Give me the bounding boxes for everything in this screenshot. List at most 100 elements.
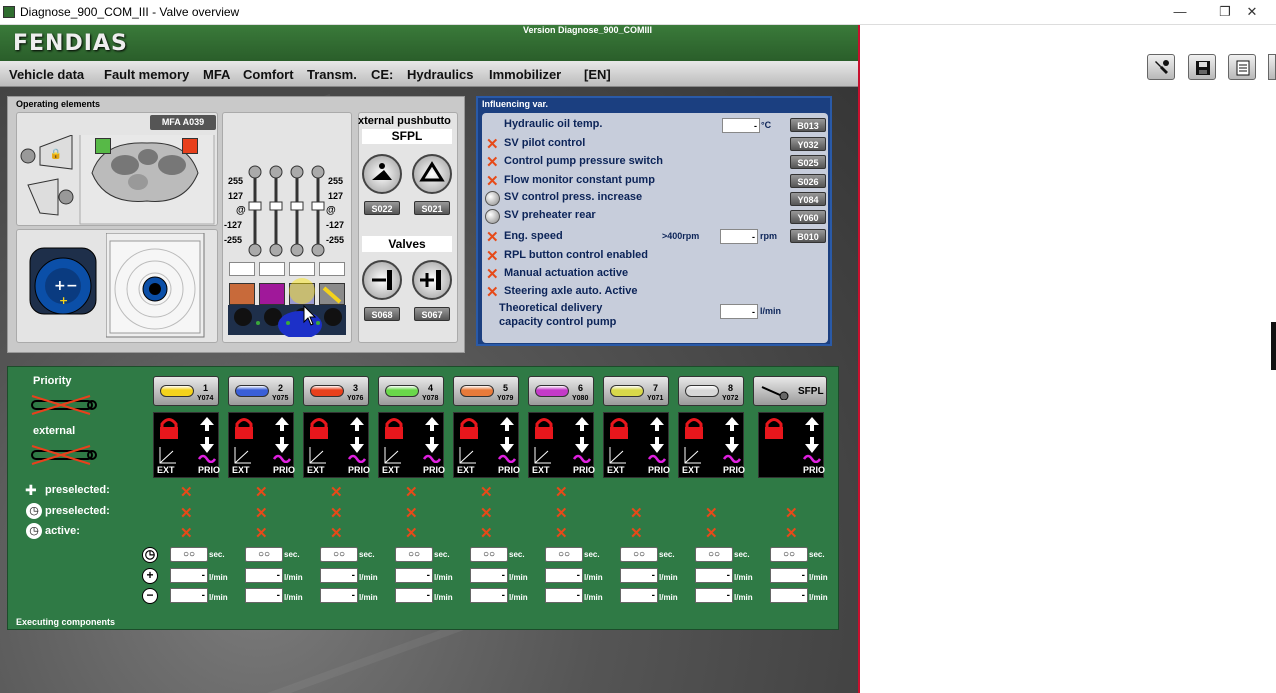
color-button-purple[interactable] — [259, 283, 285, 305]
flow-plus-input[interactable]: - — [545, 568, 583, 583]
timer-input[interactable]: ○○ — [545, 547, 583, 562]
flow-minus-input[interactable]: - — [620, 588, 658, 603]
timer-input[interactable]: ○○ — [395, 547, 433, 562]
valve-button[interactable]: 6 Y080 — [528, 376, 594, 406]
menu-language[interactable]: [EN] — [584, 67, 611, 82]
inf-x-icon: ✕ — [486, 173, 499, 190]
code-b010[interactable]: B010 — [790, 229, 826, 243]
valve-button[interactable]: 8 Y072 — [678, 376, 744, 406]
flow-minus-unit: l/min — [209, 593, 228, 602]
inf-delivery-label-1: Theoretical delivery — [499, 302, 603, 314]
code-s022[interactable]: S022 — [364, 201, 400, 215]
preselected-2-x-icon: ✕ — [785, 505, 798, 522]
minimize-button[interactable]: — — [1160, 2, 1200, 22]
code-s026[interactable]: S026 — [790, 174, 826, 188]
flow-minus-input[interactable]: - — [395, 588, 433, 603]
active-x-icon: ✕ — [705, 525, 718, 542]
influencing-var-title: Influencing var. — [482, 99, 549, 109]
menu-mfa[interactable]: MFA — [203, 67, 230, 82]
valve-cylinder-icon — [235, 385, 269, 397]
wrench-button[interactable] — [1147, 54, 1175, 80]
flow-plus-input[interactable]: - — [170, 568, 208, 583]
prio-wave-icon — [498, 454, 516, 463]
flow-plus-input[interactable]: - — [470, 568, 508, 583]
code-y084[interactable]: Y084 — [790, 192, 826, 206]
valve-button[interactable]: 1 Y074 — [153, 376, 219, 406]
preselected-2-x-icon: ✕ — [255, 505, 268, 522]
flow-plus-input[interactable]: - — [695, 568, 733, 583]
valve-button[interactable]: 4 Y078 — [378, 376, 444, 406]
color-button-brown[interactable] — [229, 283, 255, 305]
flow-minus-input[interactable]: - — [470, 588, 508, 603]
menu-vehicle-data[interactable]: Vehicle data — [9, 67, 84, 82]
timer-input[interactable]: ○○ — [695, 547, 733, 562]
inf-delivery-unit: l/min — [760, 306, 782, 316]
save-button[interactable] — [1188, 54, 1216, 80]
inf-circle-icon — [485, 209, 500, 224]
flow-plus-input[interactable]: - — [320, 568, 358, 583]
ext-label: EXT — [457, 465, 475, 475]
prio-label: PRIO — [498, 465, 521, 475]
code-b013[interactable]: B013 — [790, 118, 826, 132]
menu-hydraulics[interactable]: Hydraulics — [407, 67, 473, 82]
inf-circle-icon — [485, 191, 500, 206]
valve-control-box: EXT PRIO — [378, 412, 445, 478]
flow-minus-input[interactable]: - — [695, 588, 733, 603]
flow-minus-input[interactable]: - — [320, 588, 358, 603]
inf-x-icon: ✕ — [486, 154, 499, 171]
sfpl-button-right[interactable] — [412, 154, 452, 194]
lock-icon — [460, 418, 478, 439]
scrollbar[interactable] — [1271, 322, 1276, 370]
flow-minus-input[interactable]: - — [770, 588, 808, 603]
menu-fault-memory[interactable]: Fault memory — [104, 67, 189, 82]
timer-input[interactable]: ○○ — [245, 547, 283, 562]
flow-minus-unit: l/min — [284, 593, 303, 602]
up-down-arrow-icon — [350, 417, 364, 453]
slider-value-4 — [319, 262, 345, 276]
menu-ce[interactable]: CE: — [371, 67, 393, 82]
valve-button[interactable]: 7 Y071 — [603, 376, 669, 406]
window-title: Diagnose_900_COM_III - Valve overview — [20, 5, 240, 19]
code-s025[interactable]: S025 — [790, 155, 826, 169]
valve-code: Y075 — [272, 395, 289, 402]
preselected-2-x-icon: ✕ — [630, 505, 643, 522]
timer-input[interactable]: ○○ — [170, 547, 208, 562]
flow-plus-unit: l/min — [209, 573, 228, 582]
menu-immobilizer[interactable]: Immobilizer — [489, 67, 561, 82]
timer-input[interactable]: ○○ — [770, 547, 808, 562]
flow-minus-input[interactable]: - — [245, 588, 283, 603]
valve-code: Y071 — [647, 395, 664, 402]
sfpl-valve-button[interactable]: SFPL — [753, 376, 827, 406]
timer-input[interactable]: ○○ — [620, 547, 658, 562]
code-s067[interactable]: S067 — [414, 307, 450, 321]
code-s068[interactable]: S068 — [364, 307, 400, 321]
menu-transm[interactable]: Transm. — [307, 67, 357, 82]
code-y032[interactable]: Y032 — [790, 137, 826, 151]
priority-disabled-icon — [31, 395, 97, 415]
minus-icon — [372, 270, 392, 290]
svg-text:🔒: 🔒 — [50, 148, 62, 160]
flow-plus-input[interactable]: - — [395, 568, 433, 583]
report-button[interactable] — [1228, 54, 1256, 80]
valve-button[interactable]: 5 Y079 — [453, 376, 519, 406]
flow-plus-input[interactable]: - — [245, 568, 283, 583]
timer-input[interactable]: ○○ — [320, 547, 358, 562]
sfpl-button-left[interactable] — [362, 154, 402, 194]
flow-minus-unit: l/min — [659, 593, 678, 602]
valve-plus-button[interactable] — [412, 260, 452, 300]
flow-minus-input[interactable]: - — [545, 588, 583, 603]
menu-comfort[interactable]: Comfort — [243, 67, 294, 82]
valve-button[interactable]: 3 Y076 — [303, 376, 369, 406]
timer-input[interactable]: ○○ — [470, 547, 508, 562]
valve-button[interactable]: 2 Y075 — [228, 376, 294, 406]
color-button-yellow-key[interactable] — [319, 283, 345, 305]
flow-minus-input[interactable]: - — [170, 588, 208, 603]
header-button-partial[interactable] — [1268, 54, 1276, 80]
valve-minus-button[interactable] — [362, 260, 402, 300]
close-button[interactable]: ✕ — [1232, 2, 1272, 22]
code-s021[interactable]: S021 — [414, 201, 450, 215]
version-label: Version Diagnose_900_COMIII — [523, 25, 653, 35]
flow-plus-input[interactable]: - — [620, 568, 658, 583]
code-y060[interactable]: Y060 — [790, 210, 826, 224]
flow-plus-input[interactable]: - — [770, 568, 808, 583]
